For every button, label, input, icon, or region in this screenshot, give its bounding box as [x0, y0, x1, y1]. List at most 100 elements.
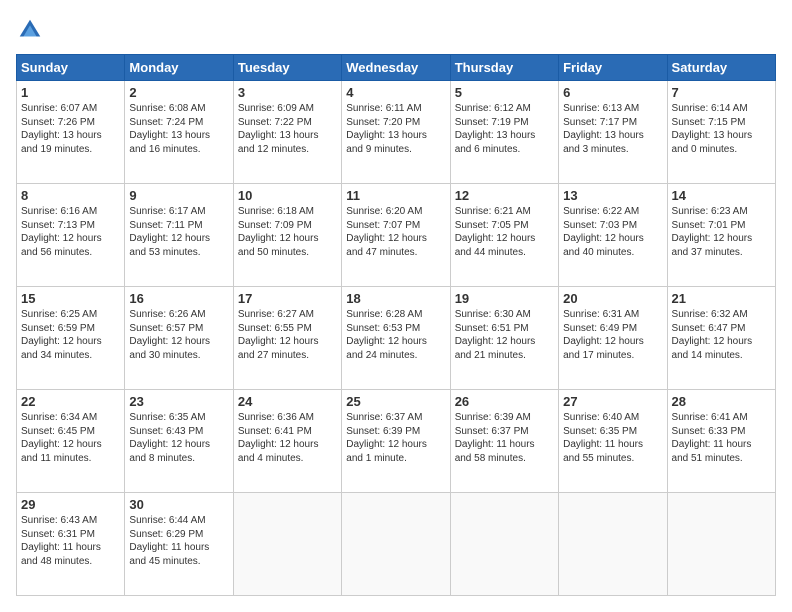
- calendar-cell: 27Sunrise: 6:40 AMSunset: 6:35 PMDayligh…: [559, 390, 667, 493]
- weekday-header-friday: Friday: [559, 55, 667, 81]
- day-number: 19: [455, 291, 554, 306]
- weekday-header-sunday: Sunday: [17, 55, 125, 81]
- cell-info: Sunrise: 6:26 AMSunset: 6:57 PMDaylight:…: [129, 308, 228, 362]
- calendar-cell: 5Sunrise: 6:12 AMSunset: 7:19 PMDaylight…: [450, 81, 558, 184]
- cell-info: Sunrise: 6:32 AMSunset: 6:47 PMDaylight:…: [672, 308, 771, 362]
- day-number: 27: [563, 394, 662, 409]
- calendar-week-5: 29 Sunrise: 6:43 AMSunset: 6:31 PMDayligh…: [17, 493, 776, 596]
- calendar-cell: 1Sunrise: 6:07 AMSunset: 7:26 PMDaylight…: [17, 81, 125, 184]
- calendar-cell: 14Sunrise: 6:23 AMSunset: 7:01 PMDayligh…: [667, 184, 775, 287]
- cell-info: Sunrise: 6:18 AMSunset: 7:09 PMDaylight:…: [238, 205, 337, 259]
- calendar-cell: [450, 493, 558, 596]
- calendar-cell: [342, 493, 450, 596]
- calendar-cell: 26Sunrise: 6:39 AMSunset: 6:37 PMDayligh…: [450, 390, 558, 493]
- cell-info: Sunrise: 6:34 AMSunset: 6:45 PMDaylight:…: [21, 411, 120, 465]
- day-number: 17: [238, 291, 337, 306]
- cell-info: Sunrise: 6:44 AMSunset: 6:29 PMDaylight:…: [129, 514, 228, 568]
- day-number: 8: [21, 188, 120, 203]
- day-number: 13: [563, 188, 662, 203]
- cell-info: Sunrise: 6:41 AMSunset: 6:33 PMDaylight:…: [672, 411, 771, 465]
- calendar-cell: 4Sunrise: 6:11 AMSunset: 7:20 PMDaylight…: [342, 81, 450, 184]
- cell-info: Sunrise: 6:21 AMSunset: 7:05 PMDaylight:…: [455, 205, 554, 259]
- cell-info: Sunrise: 6:25 AMSunset: 6:59 PMDaylight:…: [21, 308, 120, 362]
- cell-info: Sunrise: 6:12 AMSunset: 7:19 PMDaylight:…: [455, 102, 554, 156]
- cell-info: Sunrise: 6:22 AMSunset: 7:03 PMDaylight:…: [563, 205, 662, 259]
- calendar-cell: 3 Sunrise: 6:09 AMSunset: 7:22 PMDaylight…: [233, 81, 341, 184]
- day-number: 21: [672, 291, 771, 306]
- cell-info: Sunrise: 6:13 AMSunset: 7:17 PMDaylight:…: [563, 102, 662, 156]
- cell-info: Sunrise: 6:36 AMSunset: 6:41 PMDaylight:…: [238, 411, 337, 465]
- calendar-cell: [667, 493, 775, 596]
- day-number: 15: [21, 291, 120, 306]
- cell-info: Sunrise: 6:09 AMSunset: 7:22 PMDaylight:…: [238, 102, 337, 156]
- day-number: 12: [455, 188, 554, 203]
- day-number: 25: [346, 394, 445, 409]
- calendar-cell: 28 Sunrise: 6:41 AMSunset: 6:33 PMDayligh…: [667, 390, 775, 493]
- weekday-header-tuesday: Tuesday: [233, 55, 341, 81]
- cell-info: Sunrise: 6:27 AMSunset: 6:55 PMDaylight:…: [238, 308, 337, 362]
- calendar-cell: 19 Sunrise: 6:30 AMSunset: 6:51 PMDayligh…: [450, 287, 558, 390]
- weekday-header-monday: Monday: [125, 55, 233, 81]
- day-number: 30: [129, 497, 228, 512]
- day-number: 6: [563, 85, 662, 100]
- calendar-cell: 15 Sunrise: 6:25 AMSunset: 6:59 PMDayligh…: [17, 287, 125, 390]
- cell-info: Sunrise: 6:39 AMSunset: 6:37 PMDaylight:…: [455, 411, 554, 465]
- day-number: 28: [672, 394, 771, 409]
- cell-info: Sunrise: 6:17 AMSunset: 7:11 PMDaylight:…: [129, 205, 228, 259]
- cell-info: Sunrise: 6:14 AMSunset: 7:15 PMDaylight:…: [672, 102, 771, 156]
- day-number: 20: [563, 291, 662, 306]
- weekday-header-saturday: Saturday: [667, 55, 775, 81]
- day-number: 18: [346, 291, 445, 306]
- calendar-week-1: 1Sunrise: 6:07 AMSunset: 7:26 PMDaylight…: [17, 81, 776, 184]
- day-number: 4: [346, 85, 445, 100]
- weekday-header-thursday: Thursday: [450, 55, 558, 81]
- header: [16, 16, 776, 44]
- cell-info: Sunrise: 6:08 AMSunset: 7:24 PMDaylight:…: [129, 102, 228, 156]
- cell-info: Sunrise: 6:20 AMSunset: 7:07 PMDaylight:…: [346, 205, 445, 259]
- cell-info: Sunrise: 6:23 AMSunset: 7:01 PMDaylight:…: [672, 205, 771, 259]
- cell-info: Sunrise: 6:30 AMSunset: 6:51 PMDaylight:…: [455, 308, 554, 362]
- calendar-cell: 21 Sunrise: 6:32 AMSunset: 6:47 PMDayligh…: [667, 287, 775, 390]
- calendar-cell: 2 Sunrise: 6:08 AMSunset: 7:24 PMDaylight…: [125, 81, 233, 184]
- weekday-header-row: SundayMondayTuesdayWednesdayThursdayFrid…: [17, 55, 776, 81]
- day-number: 1: [21, 85, 120, 100]
- calendar-cell: 11 Sunrise: 6:20 AMSunset: 7:07 PMDayligh…: [342, 184, 450, 287]
- calendar-cell: 6 Sunrise: 6:13 AMSunset: 7:17 PMDaylight…: [559, 81, 667, 184]
- calendar-cell: 22 Sunrise: 6:34 AMSunset: 6:45 PMDayligh…: [17, 390, 125, 493]
- day-number: 22: [21, 394, 120, 409]
- calendar-cell: 18 Sunrise: 6:28 AMSunset: 6:53 PMDayligh…: [342, 287, 450, 390]
- day-number: 24: [238, 394, 337, 409]
- day-number: 23: [129, 394, 228, 409]
- calendar-cell: 16 Sunrise: 6:26 AMSunset: 6:57 PMDayligh…: [125, 287, 233, 390]
- calendar-week-2: 8 Sunrise: 6:16 AMSunset: 7:13 PMDaylight…: [17, 184, 776, 287]
- cell-info: Sunrise: 6:16 AMSunset: 7:13 PMDaylight:…: [21, 205, 120, 259]
- cell-info: Sunrise: 6:37 AMSunset: 6:39 PMDaylight:…: [346, 411, 445, 465]
- calendar-cell: 7Sunrise: 6:14 AMSunset: 7:15 PMDaylight…: [667, 81, 775, 184]
- calendar-cell: 12 Sunrise: 6:21 AMSunset: 7:05 PMDayligh…: [450, 184, 558, 287]
- calendar-cell: 9 Sunrise: 6:17 AMSunset: 7:11 PMDaylight…: [125, 184, 233, 287]
- cell-info: Sunrise: 6:31 AMSunset: 6:49 PMDaylight:…: [563, 308, 662, 362]
- calendar-cell: 29 Sunrise: 6:43 AMSunset: 6:31 PMDayligh…: [17, 493, 125, 596]
- calendar-cell: [233, 493, 341, 596]
- day-number: 29: [21, 497, 120, 512]
- day-number: 11: [346, 188, 445, 203]
- calendar-week-4: 22 Sunrise: 6:34 AMSunset: 6:45 PMDayligh…: [17, 390, 776, 493]
- calendar-cell: 8 Sunrise: 6:16 AMSunset: 7:13 PMDaylight…: [17, 184, 125, 287]
- page: SundayMondayTuesdayWednesdayThursdayFrid…: [0, 0, 792, 612]
- calendar-cell: 10Sunrise: 6:18 AMSunset: 7:09 PMDayligh…: [233, 184, 341, 287]
- day-number: 2: [129, 85, 228, 100]
- day-number: 16: [129, 291, 228, 306]
- calendar-cell: 17 Sunrise: 6:27 AMSunset: 6:55 PMDayligh…: [233, 287, 341, 390]
- cell-info: Sunrise: 6:28 AMSunset: 6:53 PMDaylight:…: [346, 308, 445, 362]
- calendar-week-3: 15 Sunrise: 6:25 AMSunset: 6:59 PMDayligh…: [17, 287, 776, 390]
- cell-info: Sunrise: 6:43 AMSunset: 6:31 PMDaylight:…: [21, 514, 120, 568]
- cell-info: Sunrise: 6:35 AMSunset: 6:43 PMDaylight:…: [129, 411, 228, 465]
- calendar-cell: 30 Sunrise: 6:44 AMSunset: 6:29 PMDayligh…: [125, 493, 233, 596]
- weekday-header-wednesday: Wednesday: [342, 55, 450, 81]
- calendar-table: SundayMondayTuesdayWednesdayThursdayFrid…: [16, 54, 776, 596]
- day-number: 3: [238, 85, 337, 100]
- calendar-cell: 20 Sunrise: 6:31 AMSunset: 6:49 PMDayligh…: [559, 287, 667, 390]
- day-number: 9: [129, 188, 228, 203]
- logo-icon: [16, 16, 44, 44]
- calendar-cell: [559, 493, 667, 596]
